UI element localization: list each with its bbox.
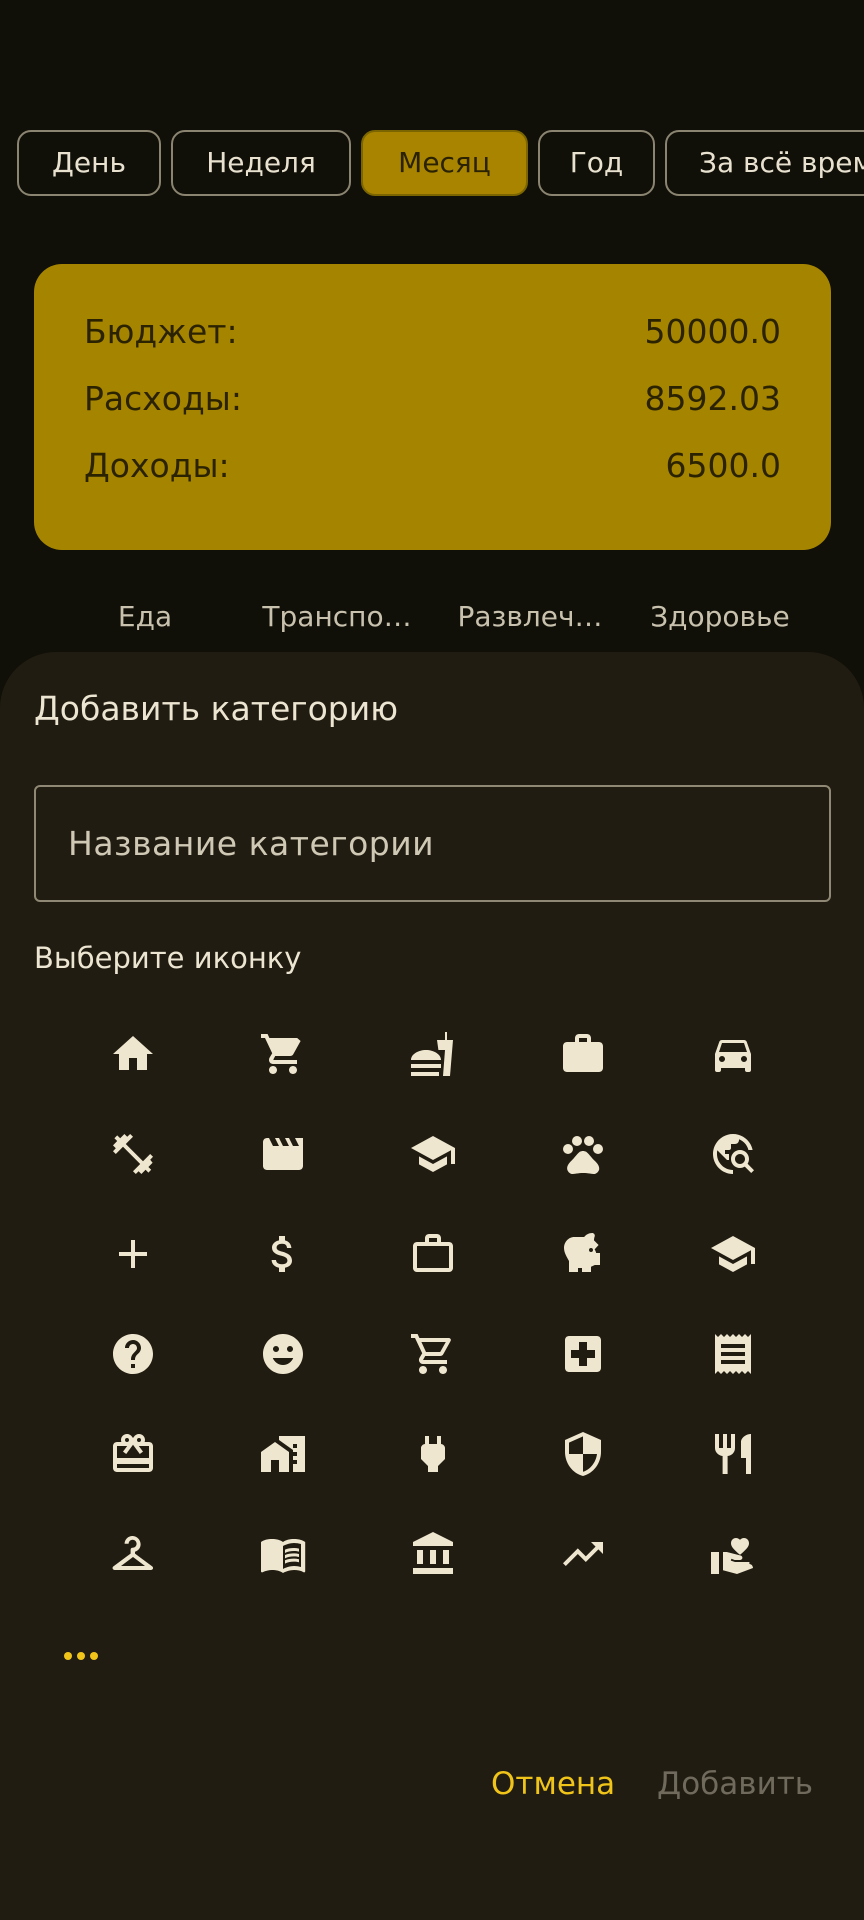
checkroom-icon[interactable] [73, 1509, 193, 1599]
fastfood-icon[interactable] [373, 1009, 493, 1099]
shopping-cart-icon[interactable] [223, 1009, 343, 1099]
tab-month[interactable]: Месяц [361, 130, 528, 196]
income-label: Доходы: [84, 446, 230, 485]
menu-book-icon[interactable] [223, 1509, 343, 1599]
emoji-icon[interactable] [223, 1309, 343, 1399]
volunteer-icon[interactable] [673, 1509, 793, 1599]
restaurant-icon[interactable] [673, 1409, 793, 1499]
icon-section-label: Выберите иконку [34, 941, 302, 975]
redeem-icon[interactable] [73, 1409, 193, 1499]
medical-icon[interactable] [523, 1309, 643, 1399]
income-row: Доходы: 6500.0 [84, 446, 781, 513]
receipt-icon[interactable] [673, 1309, 793, 1399]
cancel-button[interactable]: Отмена [491, 1766, 615, 1802]
help-icon[interactable] [73, 1309, 193, 1399]
security-icon[interactable] [523, 1409, 643, 1499]
add-category-sheet: Добавить категорию Название категории Вы… [0, 652, 864, 1920]
movie-icon[interactable] [223, 1109, 343, 1199]
add-button[interactable]: Добавить [657, 1766, 813, 1802]
tab-year[interactable]: Год [538, 130, 655, 196]
car-icon[interactable] [673, 1009, 793, 1099]
sheet-title: Добавить категорию [34, 689, 398, 728]
dollar-icon[interactable] [223, 1209, 343, 1299]
budget-value: 50000.0 [644, 312, 781, 351]
work-outline-icon[interactable] [373, 1209, 493, 1299]
category-name-input[interactable]: Название категории [34, 785, 831, 902]
category-food[interactable]: Еда [55, 600, 235, 633]
period-tabs: ДеньНеделяМесяцГодЗа всё время [17, 130, 864, 196]
category-transport[interactable]: Транспо… [247, 600, 427, 633]
power-plug-icon[interactable] [373, 1409, 493, 1499]
tab-all-time[interactable]: За всё время [665, 130, 864, 196]
school-icon-2[interactable] [673, 1209, 793, 1299]
budget-summary-card: Бюджет: 50000.0 Расходы: 8592.03 Доходы:… [34, 264, 831, 550]
home-icon[interactable] [73, 1009, 193, 1099]
tab-day[interactable]: День [17, 130, 161, 196]
fitness-icon[interactable] [73, 1109, 193, 1199]
more-horizontal-icon[interactable] [64, 1645, 104, 1665]
category-health[interactable]: Здоровье [630, 600, 810, 633]
pets-icon[interactable] [523, 1109, 643, 1199]
add-icon[interactable] [73, 1209, 193, 1299]
expenses-label: Расходы: [84, 379, 242, 418]
tab-week[interactable]: Неделя [171, 130, 351, 196]
category-entertainment[interactable]: Развлеч… [440, 600, 620, 633]
shopping-cart-outline-icon[interactable] [373, 1309, 493, 1399]
savings-icon[interactable] [523, 1209, 643, 1299]
income-value: 6500.0 [665, 446, 781, 485]
school-icon[interactable] [373, 1109, 493, 1199]
travel-explore-icon[interactable] [673, 1109, 793, 1199]
budget-label: Бюджет: [84, 312, 238, 351]
category-strip: Еда Транспо… Развлеч… Здоровье [0, 600, 864, 640]
expenses-value: 8592.03 [644, 379, 781, 418]
trending-up-icon[interactable] [523, 1509, 643, 1599]
budget-row: Бюджет: 50000.0 [84, 312, 781, 379]
expenses-row: Расходы: 8592.03 [84, 379, 781, 446]
home-work-icon[interactable] [223, 1409, 343, 1499]
bank-icon[interactable] [373, 1509, 493, 1599]
work-icon[interactable] [523, 1009, 643, 1099]
